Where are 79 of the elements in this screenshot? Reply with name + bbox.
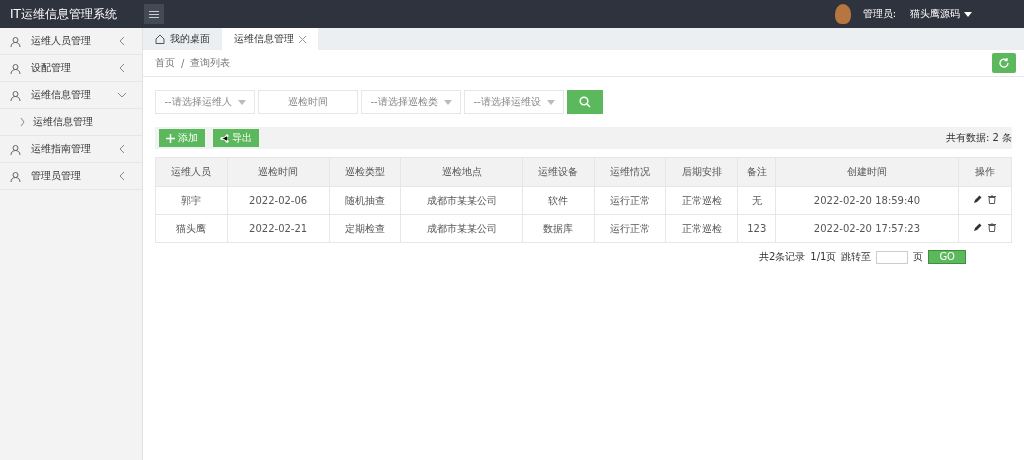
table-cell: 随机抽查 bbox=[329, 186, 401, 215]
column-header: 操作 bbox=[958, 157, 1012, 187]
total-count: 共有数据: 2 条 bbox=[945, 131, 1012, 145]
avatar-icon bbox=[834, 4, 851, 24]
user-menu[interactable]: 猫头鹰源码 bbox=[910, 7, 972, 21]
select-field[interactable]: --请选择运维人 bbox=[155, 90, 255, 114]
page-count: 1/1页 bbox=[810, 250, 837, 264]
table-cell: 猫头鹰 bbox=[155, 214, 228, 243]
sidebar-item[interactable]: 管理员管理 bbox=[0, 163, 142, 190]
page-tab[interactable]: 运维信息管理 bbox=[222, 28, 318, 50]
breadcrumb-link[interactable]: 首页 bbox=[155, 56, 175, 70]
app-title: IT运维信息管理系统 bbox=[9, 5, 118, 23]
page-suffix: 页 bbox=[913, 250, 924, 264]
table-cell: 运行正常 bbox=[594, 186, 666, 215]
table-cell: 正常巡检 bbox=[665, 214, 738, 243]
chevron-icon bbox=[20, 118, 25, 126]
table-cell: 2022-02-06 bbox=[227, 186, 330, 215]
chevron-icon bbox=[118, 172, 126, 180]
page-tab[interactable]: 我的桌面 bbox=[143, 28, 222, 50]
menu-item-icon bbox=[10, 89, 21, 101]
column-header: 创建时间 bbox=[775, 157, 959, 187]
menu-item-icon bbox=[10, 62, 21, 74]
select-field[interactable]: --请选择巡检类 bbox=[361, 90, 461, 114]
table-cell: 软件 bbox=[522, 186, 595, 215]
column-header: 巡检时间 bbox=[227, 157, 330, 187]
chevron-icon bbox=[118, 37, 126, 45]
menu-item-icon bbox=[10, 143, 21, 155]
menu-item-icon bbox=[10, 35, 21, 47]
column-header: 巡检地点 bbox=[400, 157, 523, 187]
sidebar-item[interactable]: 设配管理 bbox=[0, 55, 142, 82]
sidebar-item[interactable]: 运维信息管理 bbox=[0, 82, 142, 109]
trash-icon[interactable] bbox=[988, 223, 997, 232]
caret-icon bbox=[546, 99, 555, 105]
table-cell: 成都市某某公司 bbox=[400, 186, 523, 215]
chevron-icon bbox=[118, 145, 126, 153]
home-icon bbox=[155, 34, 165, 44]
select-field[interactable]: --请选择运维设 bbox=[464, 90, 564, 114]
table-cell: 运行正常 bbox=[594, 214, 666, 243]
menu-icon[interactable] bbox=[144, 4, 164, 24]
close-icon[interactable] bbox=[299, 35, 306, 43]
column-header: 备注 bbox=[737, 157, 776, 187]
table-cell: 123 bbox=[737, 214, 776, 243]
table-cell: 2022-02-21 bbox=[227, 214, 330, 243]
column-header: 巡检类型 bbox=[329, 157, 401, 187]
table-cell: 成都市某某公司 bbox=[400, 214, 523, 243]
column-header: 运维情况 bbox=[594, 157, 666, 187]
sidebar-item[interactable]: 运维人员管理 bbox=[0, 28, 142, 55]
column-header: 后期安排 bbox=[665, 157, 738, 187]
jump-label: 跳转至 bbox=[841, 250, 872, 264]
plus-icon bbox=[166, 133, 175, 143]
caret-icon bbox=[443, 99, 452, 105]
sidebar-subitem[interactable]: 运维信息管理 bbox=[0, 109, 142, 136]
breadcrumb-separator: / bbox=[181, 57, 185, 69]
table-cell: 郭宇 bbox=[155, 186, 228, 215]
column-header: 运维设备 bbox=[522, 157, 595, 187]
user-label: 管理员: bbox=[862, 7, 896, 21]
edit-icon[interactable] bbox=[973, 223, 983, 232]
edit-icon[interactable] bbox=[973, 195, 983, 204]
chevron-icon bbox=[118, 64, 126, 72]
record-count: 共2条记录 bbox=[758, 250, 806, 264]
menu-item-icon bbox=[10, 170, 21, 182]
table-cell: 定期检查 bbox=[329, 214, 401, 243]
column-header: 运维人员 bbox=[155, 157, 228, 187]
caret-icon bbox=[237, 99, 246, 105]
table-cell: 正常巡检 bbox=[665, 186, 738, 215]
share-icon bbox=[220, 133, 229, 143]
table-cell: 数据库 bbox=[522, 214, 595, 243]
table-cell: 2022-02-20 17:57:23 bbox=[775, 214, 959, 243]
sidebar-item[interactable]: 运维指南管理 bbox=[0, 136, 142, 163]
refresh-icon bbox=[998, 57, 1010, 69]
table-cell: 2022-02-20 18:59:40 bbox=[775, 186, 959, 215]
table-cell: 无 bbox=[737, 186, 776, 215]
page-input[interactable] bbox=[876, 250, 909, 264]
caret-icon bbox=[964, 11, 972, 17]
chevron-icon bbox=[118, 91, 126, 99]
trash-icon[interactable] bbox=[988, 195, 997, 204]
search-icon bbox=[579, 96, 591, 108]
input-field[interactable]: 巡检时间 bbox=[258, 90, 358, 114]
breadcrumb-link[interactable]: 查询列表 bbox=[190, 56, 231, 70]
